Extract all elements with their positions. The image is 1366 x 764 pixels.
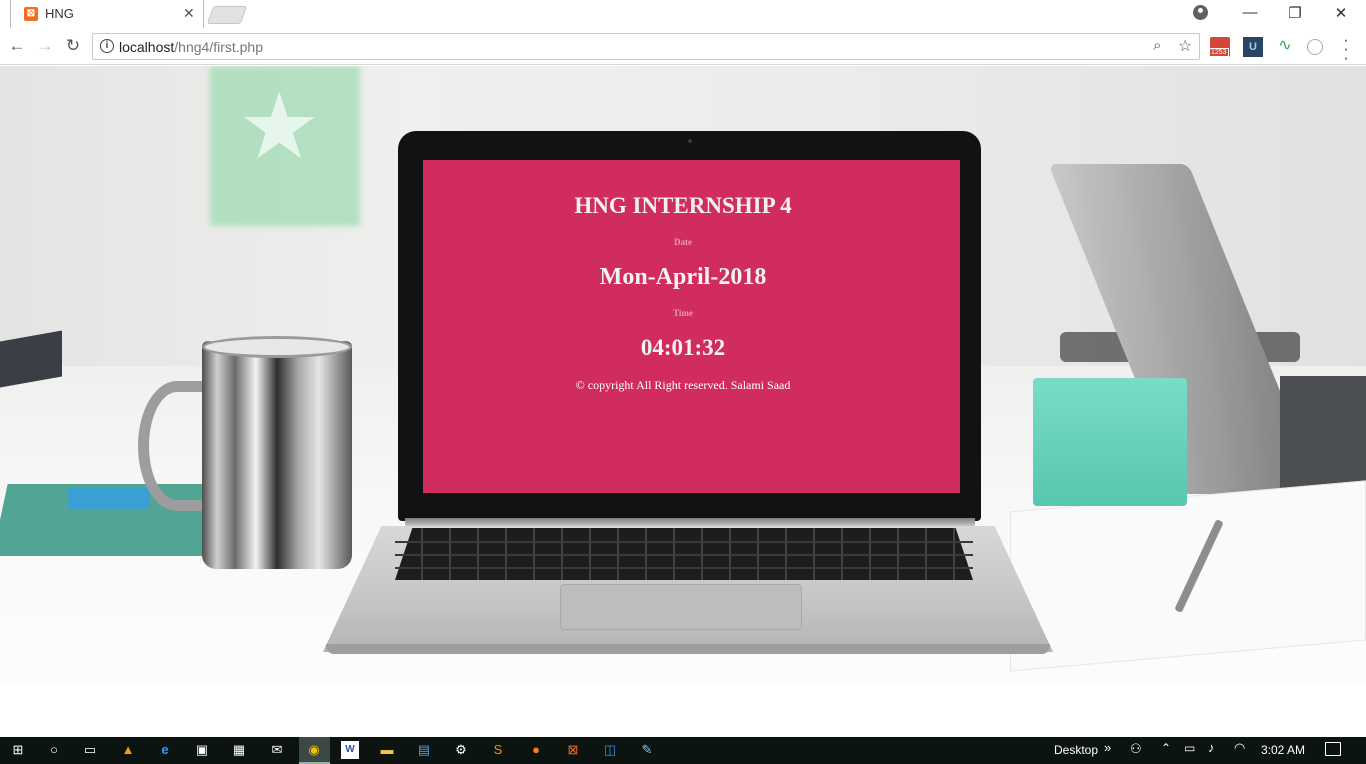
- window-close-button[interactable]: ✕: [1331, 4, 1351, 22]
- calculator-icon[interactable]: ▦: [230, 741, 248, 759]
- mail-extension-icon[interactable]: 1253: [1209, 37, 1230, 57]
- vlc-icon[interactable]: ▲: [119, 741, 137, 759]
- keyboard-row-divider: [395, 554, 973, 556]
- forward-button[interactable]: →: [34, 35, 56, 57]
- page-viewport: ★ HNG INTERNSHIP 4 Date Mon-April-2018 T…: [0, 66, 1366, 737]
- mail-badge: 1253: [1209, 48, 1229, 57]
- teal-speaker: [1033, 378, 1187, 506]
- app-icon[interactable]: ◫: [601, 741, 619, 759]
- wave-extension-icon[interactable]: ∿: [1275, 37, 1295, 57]
- time-value: 04:01:32: [640, 335, 726, 360]
- firefox-icon[interactable]: ●: [527, 741, 545, 759]
- blue-object: [68, 487, 150, 509]
- menu-icon[interactable]: · · ·: [1342, 31, 1350, 66]
- minimize-button[interactable]: —: [1240, 4, 1260, 21]
- edge-icon[interactable]: e: [156, 741, 174, 759]
- windows-taskbar: ⊞ ○ ▭ ▲ e ▣ ▦ ✉ ◉ W ▬ ▤ ⚙ S ● ⊠ ◫ ✎ Desk…: [0, 737, 1366, 764]
- task-view-icon[interactable]: ▭: [81, 741, 99, 759]
- trackpad: [560, 584, 802, 630]
- laptop-base-lip: [326, 644, 1050, 654]
- cortana-icon[interactable]: ○: [45, 741, 63, 759]
- circle-extension-icon[interactable]: [1307, 39, 1323, 55]
- screen-content: HNG INTERNSHIP 4 Date Mon-April-2018 Tim…: [423, 160, 960, 493]
- chevron-right-icon[interactable]: »: [1104, 740, 1111, 755]
- background-photo: ★ HNG INTERNSHIP 4 Date Mon-April-2018 T…: [0, 66, 1366, 685]
- start-icon[interactable]: ⊞: [9, 741, 27, 759]
- settings-icon[interactable]: ⚙: [452, 741, 470, 759]
- date-value: Mon-April-2018: [599, 264, 767, 290]
- clock[interactable]: 3:02 AM: [1261, 743, 1305, 757]
- mug: [202, 341, 352, 569]
- u-extension-icon[interactable]: U: [1243, 37, 1263, 57]
- date-label: Date: [674, 237, 692, 247]
- camera-icon: [688, 139, 692, 143]
- second-laptop-keyboard: [1280, 376, 1366, 496]
- word-icon[interactable]: W: [341, 741, 359, 759]
- notification-icon[interactable]: [1325, 742, 1341, 756]
- close-icon[interactable]: ✕: [183, 5, 195, 22]
- page-title: HNG INTERNSHIP 4: [574, 193, 792, 218]
- browser-tab[interactable]: ⊠ HNG ✕: [10, 0, 204, 28]
- xampp-icon[interactable]: ⊠: [564, 741, 582, 759]
- sublime-icon[interactable]: S: [489, 741, 507, 759]
- mug-rim: [202, 336, 352, 358]
- tab-title: HNG: [45, 6, 74, 21]
- restore-button[interactable]: ❐: [1285, 4, 1305, 22]
- back-button[interactable]: ←: [6, 35, 28, 57]
- xampp-icon: ⊠: [24, 7, 38, 21]
- search-icon[interactable]: ⌕: [1153, 37, 1161, 54]
- bookmark-star-icon[interactable]: ☆: [1178, 36, 1192, 56]
- paint-icon[interactable]: ✎: [638, 741, 656, 759]
- file-explorer-icon[interactable]: ▬: [378, 741, 396, 759]
- browser-toolbar: ← → ↻ i localhost/hng4/first.php ⌕ ☆ 125…: [0, 28, 1366, 66]
- browser-tabstrip: ⊠ HNG ✕ — ❐ ✕: [0, 0, 1366, 28]
- notepad-icon[interactable]: ▤: [415, 741, 433, 759]
- papers: [1010, 480, 1366, 672]
- mail-icon[interactable]: ✉: [268, 741, 286, 759]
- people-icon[interactable]: ⚇: [1130, 741, 1142, 757]
- keyboard-row-divider: [395, 567, 973, 569]
- new-tab-button[interactable]: [206, 6, 248, 24]
- desktop-toolbar-label[interactable]: Desktop: [1054, 743, 1098, 757]
- copyright-footer: © copyright All Right reserved. Salami S…: [575, 378, 791, 392]
- chrome-icon[interactable]: ◉: [305, 741, 323, 759]
- profile-icon[interactable]: [1193, 5, 1208, 20]
- chevron-up-icon[interactable]: ⌃: [1161, 741, 1171, 755]
- url-text: localhost/hng4/first.php: [119, 39, 263, 55]
- store-icon[interactable]: ▣: [193, 741, 211, 759]
- address-bar[interactable]: i localhost/hng4/first.php ⌕ ☆: [92, 33, 1200, 60]
- wifi-icon[interactable]: ◠: [1234, 740, 1245, 756]
- volume-icon[interactable]: ♪: [1208, 740, 1215, 755]
- laptop-hinge: [405, 518, 975, 526]
- battery-icon[interactable]: ▭: [1184, 741, 1195, 755]
- keyboard-row-divider: [395, 541, 973, 543]
- info-icon[interactable]: i: [100, 39, 114, 53]
- time-label: Time: [673, 308, 693, 318]
- reload-button[interactable]: ↻: [62, 35, 84, 57]
- star-icon: ★: [238, 76, 321, 178]
